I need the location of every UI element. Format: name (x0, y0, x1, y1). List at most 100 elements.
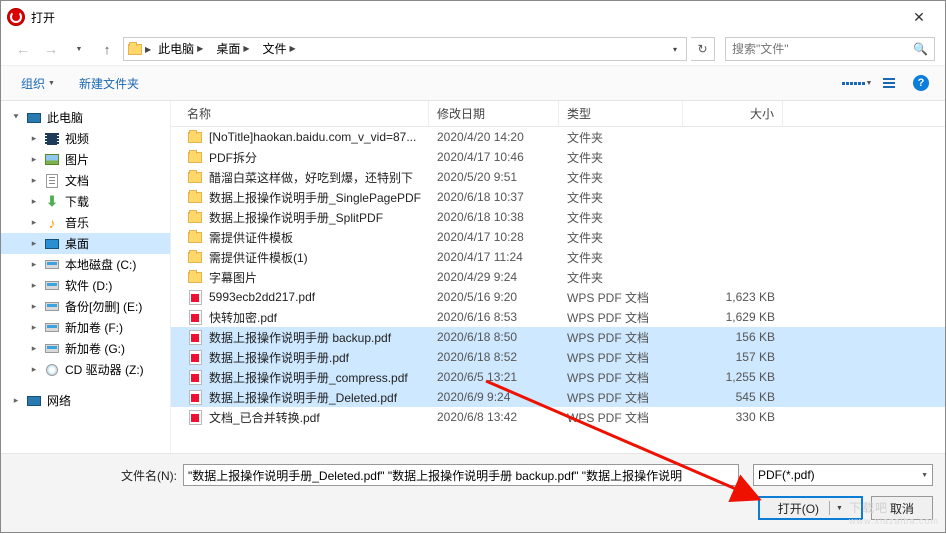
forward-button[interactable]: → (39, 37, 63, 61)
twisty-icon[interactable]: ▸ (29, 364, 39, 375)
sidebar-thispc[interactable]: ⯆ 此电脑 (1, 107, 170, 128)
file-name: 数据上报操作说明手册 backup.pdf (209, 329, 391, 346)
file-row[interactable]: 数据上报操作说明手册 backup.pdf2020/6/18 8:50WPS P… (171, 327, 945, 347)
app-icon (7, 8, 25, 26)
sidebar-item[interactable]: ▸CD 驱动器 (Z:) (1, 359, 170, 380)
refresh-button[interactable]: ↻ (691, 37, 715, 61)
file-date: 2020/6/18 10:38 (429, 210, 559, 224)
header-size[interactable]: 大小 (683, 101, 783, 126)
pdf-icon (187, 389, 203, 405)
file-row[interactable]: [NoTitle]haokan.baidu.com_v_vid=87...202… (171, 127, 945, 147)
open-button[interactable]: 打开(O)▼ (758, 496, 863, 520)
header-name[interactable]: 名称 (179, 101, 429, 126)
close-button[interactable]: ✕ (899, 3, 939, 31)
sidebar-item[interactable]: ▸ 软件 (D:) (1, 275, 170, 296)
file-date: 2020/6/8 13:42 (429, 410, 559, 424)
twisty-icon[interactable]: ▸ (29, 280, 39, 291)
breadcrumb-seg[interactable]: 此电脑▶ (152, 38, 209, 60)
organize-button[interactable]: 组织 ▼ (11, 71, 65, 96)
address-bar: ← → ▼ ↑ ▶ 此电脑▶ 桌面▶ 文件▶ ▾ ↻ 🔍 (1, 33, 945, 65)
file-type: WPS PDF 文档 (559, 389, 683, 406)
pdf-icon (187, 349, 203, 365)
file-type: WPS PDF 文档 (559, 369, 683, 386)
newfolder-button[interactable]: 新建文件夹 (69, 71, 149, 96)
twisty-icon[interactable]: ▸ (29, 259, 39, 270)
file-type: 文件夹 (559, 249, 683, 266)
file-row[interactable]: 醋溜白菜这样做，好吃到爆，还特别下2020/5/20 9:51文件夹 (171, 167, 945, 187)
sidebar-item[interactable]: ▸新加卷 (F:) (1, 317, 170, 338)
view-button[interactable]: ▼ (843, 71, 871, 95)
file-row[interactable]: 需提供证件模板2020/4/17 10:28文件夹 (171, 227, 945, 247)
search-input[interactable] (732, 42, 909, 56)
folder-icon (187, 149, 203, 165)
header-type[interactable]: 类型 (559, 101, 683, 126)
twisty-icon[interactable]: ▸ (29, 154, 39, 165)
file-row[interactable]: 快转加密.pdf2020/6/16 8:53WPS PDF 文档1,629 KB (171, 307, 945, 327)
sidebar-item[interactable]: ▸♪音乐 (1, 212, 170, 233)
file-date: 2020/6/18 8:50 (429, 330, 559, 344)
sidebar-item-label: 视频 (65, 130, 89, 147)
help-button[interactable]: ? (907, 71, 935, 95)
file-list[interactable]: [NoTitle]haokan.baidu.com_v_vid=87...202… (171, 127, 945, 453)
file-size: 156 KB (683, 330, 783, 344)
sidebar-item[interactable]: ▸新加卷 (G:) (1, 338, 170, 359)
twisty-icon[interactable]: ▸ (11, 395, 21, 406)
twisty-icon[interactable]: ▸ (29, 217, 39, 228)
file-date: 2020/4/17 11:24 (429, 250, 559, 264)
column-headers: 名称 修改日期 类型 大小 (171, 101, 945, 127)
download-icon: ⬇ (44, 194, 60, 210)
folder-icon (187, 249, 203, 265)
file-type: 文件夹 (559, 149, 683, 166)
file-row[interactable]: 数据上报操作说明手册_Deleted.pdf2020/6/9 9:24WPS P… (171, 387, 945, 407)
sidebar-item[interactable]: ▸ 图片 (1, 149, 170, 170)
breadcrumb-dropdown[interactable]: ▾ (666, 45, 684, 54)
twisty-icon[interactable]: ▸ (29, 322, 39, 333)
file-row[interactable]: 数据上报操作说明手册_SplitPDF2020/6/18 10:38文件夹 (171, 207, 945, 227)
drive-icon (44, 341, 60, 357)
sidebar-item[interactable]: ▸ 视频 (1, 128, 170, 149)
sidebar-item[interactable]: ▸⬇下载 (1, 191, 170, 212)
file-row[interactable]: 字幕图片2020/4/29 9:24文件夹 (171, 267, 945, 287)
filetype-select[interactable]: PDF(*.pdf) ▼ (753, 464, 933, 486)
breadcrumb-seg[interactable]: 文件▶ (257, 38, 302, 60)
twisty-icon[interactable]: ⯆ (11, 112, 21, 123)
chevron-icon[interactable]: ▶ (145, 45, 151, 54)
folder-icon (187, 129, 203, 145)
sidebar-item[interactable]: ▸文档 (1, 170, 170, 191)
details-pane-button[interactable] (875, 71, 903, 95)
twisty-icon[interactable]: ▸ (29, 238, 39, 249)
sidebar-item[interactable]: ▸桌面 (1, 233, 170, 254)
file-row[interactable]: 数据上报操作说明手册.pdf2020/6/18 8:52WPS PDF 文档15… (171, 347, 945, 367)
twisty-icon[interactable]: ▸ (29, 196, 39, 207)
back-button[interactable]: ← (11, 37, 35, 61)
up-button[interactable]: ↑ (95, 37, 119, 61)
file-row[interactable]: 数据上报操作说明手册_compress.pdf2020/6/5 13:21WPS… (171, 367, 945, 387)
sidebar-item-label: 备份[勿删] (E:) (65, 298, 142, 315)
twisty-icon[interactable]: ▸ (29, 175, 39, 186)
file-row[interactable]: 需提供证件模板(1)2020/4/17 11:24文件夹 (171, 247, 945, 267)
file-row[interactable]: 5993ecb2dd217.pdf2020/5/16 9:20WPS PDF 文… (171, 287, 945, 307)
twisty-icon[interactable]: ▸ (29, 133, 39, 144)
breadcrumb-seg[interactable]: 桌面▶ (210, 38, 255, 60)
twisty-icon[interactable]: ▸ (29, 301, 39, 312)
file-row[interactable]: 数据上报操作说明手册_SinglePagePDF2020/6/18 10:37文… (171, 187, 945, 207)
recent-dropdown[interactable]: ▼ (67, 37, 91, 61)
sidebar-item-label: 图片 (65, 151, 89, 168)
file-row[interactable]: 文档_已合并转换.pdf2020/6/8 13:42WPS PDF 文档330 … (171, 407, 945, 427)
twisty-icon[interactable]: ▸ (29, 343, 39, 354)
search-box[interactable]: 🔍 (725, 37, 935, 61)
document-icon (44, 173, 60, 189)
sidebar-network[interactable]: ▸ 网络 (1, 390, 170, 411)
file-date: 2020/4/17 10:28 (429, 230, 559, 244)
file-date: 2020/4/29 9:24 (429, 270, 559, 284)
sidebar-item-label: 软件 (D:) (65, 277, 112, 294)
header-date[interactable]: 修改日期 (429, 101, 559, 126)
filename-input[interactable] (183, 464, 739, 486)
file-size: 330 KB (683, 410, 783, 424)
network-icon (26, 393, 42, 409)
breadcrumb[interactable]: ▶ 此电脑▶ 桌面▶ 文件▶ ▾ (123, 37, 687, 61)
footer: 文件名(N): PDF(*.pdf) ▼ 打开(O)▼ 取消 (1, 453, 945, 532)
sidebar-item[interactable]: ▸本地磁盘 (C:) (1, 254, 170, 275)
sidebar-item[interactable]: ▸ 备份[勿删] (E:) (1, 296, 170, 317)
file-row[interactable]: PDF拆分2020/4/17 10:46文件夹 (171, 147, 945, 167)
